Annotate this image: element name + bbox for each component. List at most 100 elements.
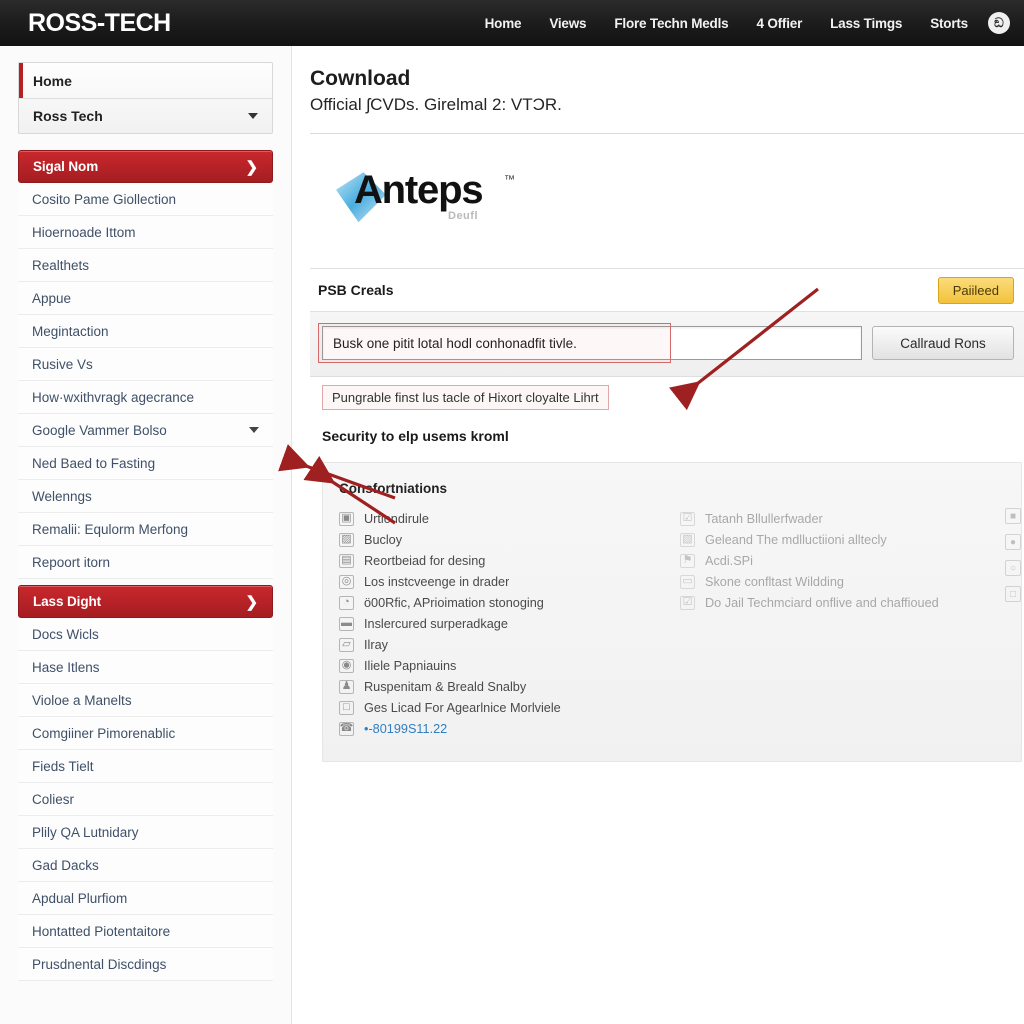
sidebar-group-header-lass-dight[interactable]: Lass Dight ❯ xyxy=(18,585,273,618)
list-item[interactable]: ♟ Ruspenitam & Breald Snalby xyxy=(339,676,664,697)
chevron-right-icon: ❯ xyxy=(245,158,259,176)
nav-link-timings[interactable]: Lass Timgs xyxy=(816,10,916,37)
sidebar-item-label: Appue xyxy=(32,290,72,306)
sidebar-item[interactable]: Prusdnental Discdings xyxy=(18,948,273,981)
sidebar-item-label: Realthets xyxy=(32,257,90,273)
list-item-label: Reortbeiad for desing xyxy=(364,553,486,568)
sidebar-item-label: Comgiiner Pimorenablic xyxy=(32,725,176,741)
list-item[interactable]: ☑ Tatanh Bllullerfwader xyxy=(680,508,1005,529)
lock-icon[interactable]: ■ xyxy=(1005,508,1021,525)
panel-left-column: ▣ Urtlondirule ▨ Bucloy ▤ Reortbeiad for de… xyxy=(339,508,664,739)
list-item[interactable]: ▤ Reortbeiad for desing xyxy=(339,550,664,571)
window-icon: ▣ xyxy=(339,511,354,526)
sidebar-item[interactable]: How·wxithvragk agecrance xyxy=(18,381,273,414)
sidebar-item-ross-tech[interactable]: Ross Tech xyxy=(19,98,272,133)
security-caption: Security to elp usems kroml xyxy=(322,428,509,445)
sidebar-item[interactable]: Realthets xyxy=(18,249,273,282)
sidebar-item-label: Plily QA Lutnidary xyxy=(32,824,139,840)
phone-icon: ☎ xyxy=(339,721,354,736)
sidebar-item[interactable]: Plily QA Lutnidary xyxy=(18,816,273,849)
list-item-label: Bucloy xyxy=(364,532,403,547)
sidebar-item-label: Hioernoade Ittom xyxy=(32,224,136,240)
sidebar-item-label: Fieds Tielt xyxy=(32,758,94,774)
list-item[interactable]: ⚑ Acdi.SPi xyxy=(680,550,1005,571)
list-item[interactable]: ▨ Bucloy xyxy=(339,529,664,550)
logo-subtext: Deufl xyxy=(448,210,478,223)
nav-link-views[interactable]: Views xyxy=(535,10,600,37)
sidebar-item-home[interactable]: Home xyxy=(19,63,272,98)
list-item[interactable]: ◉ Iliele Papniauins xyxy=(339,655,664,676)
sidebar-item[interactable]: Apdual Plurfiom xyxy=(18,882,273,915)
site-logo[interactable]: ROSS-TECH xyxy=(28,9,171,38)
list-item-label: Ges Licad For Agearlnice Morlviele xyxy=(364,700,561,715)
list-item-label: Do Jail Techmciard onflive and chaffioue… xyxy=(705,595,939,610)
list-item-label: Urtlondirule xyxy=(364,511,429,526)
sidebar-item[interactable]: Cosito Pame Giollection xyxy=(18,183,273,216)
status-badge: Paiileed xyxy=(937,276,1014,304)
note-icon[interactable]: □ xyxy=(1005,586,1021,603)
image-icon: ▨ xyxy=(339,532,354,547)
list-item-label: Iliele Papniauins xyxy=(364,658,457,673)
nav-link-home[interactable]: Home xyxy=(471,10,536,37)
list-item[interactable]: ▬ Inslercured surperadkage xyxy=(339,613,664,634)
list-item[interactable]: ▧ Geleand The mdlluctiioni alltecly xyxy=(680,529,1005,550)
sidebar-item[interactable]: Rusive Vs xyxy=(18,348,273,381)
callraud-rons-button[interactable]: Callraud Rons xyxy=(872,326,1014,361)
sidebar-item[interactable]: Coliesr xyxy=(18,783,273,816)
list-item-phone[interactable]: ☎ •-80199S11.22 xyxy=(339,718,664,739)
sidebar-item[interactable]: Docs Wicls xyxy=(18,618,273,651)
list-item[interactable]: ◎ Los instcveenge in drader xyxy=(339,571,664,592)
list-item[interactable]: □ Ges Licad For Agearlnice Morlviele xyxy=(339,697,664,718)
sidebar-item[interactable]: Google Vammer Bolso xyxy=(18,414,273,447)
sidebar-item[interactable]: Gad Dacks xyxy=(18,849,273,882)
search-input[interactable] xyxy=(322,326,862,361)
list-item-label: Los instcveenge in drader xyxy=(364,574,510,589)
chevron-down-icon xyxy=(248,113,258,119)
chevron-right-icon: ❯ xyxy=(245,593,259,611)
list-item-label: Ruspenitam & Breald Snalby xyxy=(364,679,527,694)
panel-title: Consfortniations xyxy=(339,481,447,497)
sidebar-item[interactable]: Hase Itlens xyxy=(18,651,273,684)
sidebar-item[interactable]: Hontatted Piotentaitore xyxy=(18,915,273,948)
sidebar-item[interactable]: Fieds Tielt xyxy=(18,750,273,783)
sidebar-item[interactable]: Ned Baed to Fasting xyxy=(18,447,273,480)
users-icon[interactable]: ● xyxy=(1005,534,1021,551)
flame-icon[interactable]: ඞ xyxy=(988,12,1010,34)
sidebar-item-label: Repoort itorn xyxy=(32,554,111,570)
nav-link-offer[interactable]: 4 Offier xyxy=(742,10,816,37)
sidebar-item[interactable]: Megintaction xyxy=(18,315,273,348)
sidebar-item[interactable]: Violoe a Manelts xyxy=(18,684,273,717)
sidebar-item-label: Ned Baed to Fasting xyxy=(32,455,156,471)
sidebar-item[interactable]: Comgiiner Pimorenablic xyxy=(18,717,273,750)
sidebar-item[interactable]: Appue xyxy=(18,282,273,315)
sidebar-item[interactable]: Hioernoade Ittom xyxy=(18,216,273,249)
input-container xyxy=(318,323,862,364)
sidebar-item-label: Rusive Vs xyxy=(32,356,93,372)
trademark-mark: ™ xyxy=(504,174,515,187)
nav-link-tech[interactable]: Flore Techn Medls xyxy=(600,10,742,37)
sidebar-item-label: Google Vammer Bolso xyxy=(32,422,167,438)
circle-icon: ◎ xyxy=(339,574,354,589)
list-item-label: Ilray xyxy=(364,637,388,652)
sidebar-item-label: Docs Wicls xyxy=(32,626,99,642)
sidebar-item-label: Prusdnental Discdings xyxy=(32,956,167,972)
user-icon[interactable]: ○ xyxy=(1005,560,1021,577)
sidebar-item[interactable]: Remalii: Equlorm Merfong xyxy=(18,513,273,546)
sidebar-group-header-sigal-nom[interactable]: Sigal Nom ❯ xyxy=(18,150,273,183)
chevron-down-icon xyxy=(249,427,259,433)
form-row: Callraud Rons xyxy=(310,312,1024,378)
list-item-label: ö00Rfic, APrioimation stonoging xyxy=(364,595,544,610)
sidebar-item-label: How·wxithvragk agecrance xyxy=(32,389,195,405)
list-item[interactable]: ▱ Ilray xyxy=(339,634,664,655)
sidebar-item[interactable]: Repoort itorn xyxy=(18,546,273,579)
list-item[interactable]: ◔ ö00Rfic, APrioimation stonoging xyxy=(339,592,664,613)
nav-link-storts[interactable]: Storts xyxy=(916,10,982,37)
list-item[interactable]: ☑ Do Jail Techmciard onflive and chaffiou… xyxy=(680,592,1005,613)
sidebar-item[interactable]: Welenngs xyxy=(18,480,273,513)
person-icon: ♟ xyxy=(339,679,354,694)
page-body: Home Ross Tech Sigal Nom ❯ Cosito Pame G… xyxy=(0,46,1024,1024)
sidebar-item-label: Gad Dacks xyxy=(32,857,99,873)
minus-icon: ▭ xyxy=(680,574,695,589)
list-item[interactable]: ▭ Skone confltast Wildding xyxy=(680,571,1005,592)
list-item[interactable]: ▣ Urtlondirule xyxy=(339,508,664,529)
